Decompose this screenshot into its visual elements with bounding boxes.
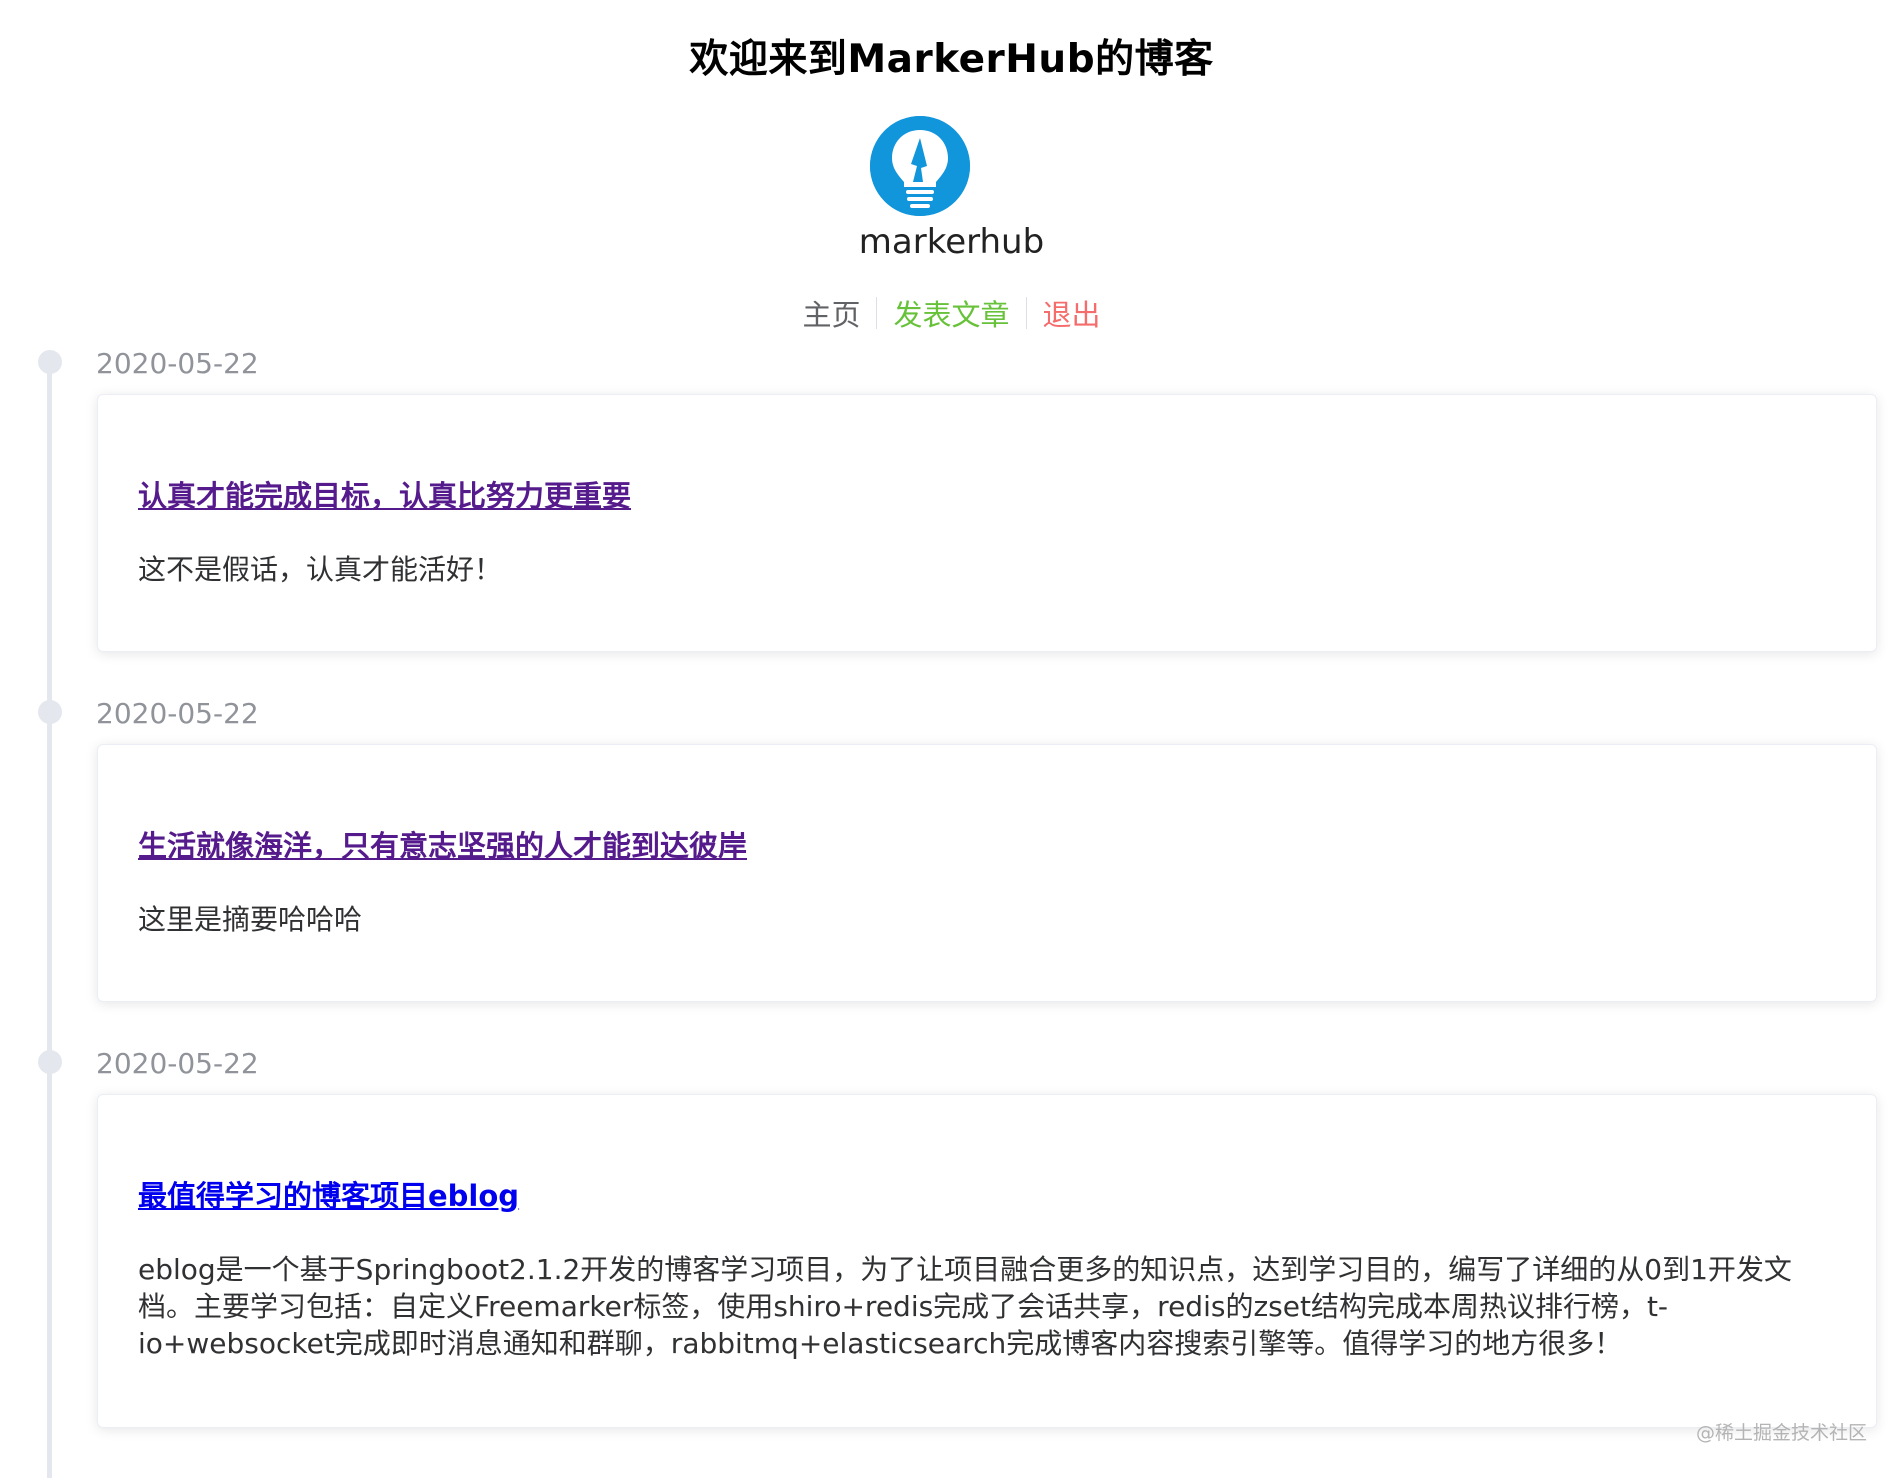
timeline-line <box>47 362 52 1478</box>
timeline-timestamp: 2020-05-22 <box>96 697 259 730</box>
blog-title-link[interactable]: 最值得学习的博客项目eblog <box>138 1173 519 1215</box>
blog-description: eblog是一个基于Springboot2.1.2开发的博客学习项目，为了让项目… <box>138 1253 1792 1360</box>
timeline-timestamp: 2020-05-22 <box>96 1047 259 1080</box>
blog-title-link[interactable]: 认真才能完成目标，认真比努力更重要 <box>138 473 631 515</box>
blog-card: 生活就像海洋，只有意志坚强的人才能到达彼岸 这里是摘要哈哈哈 <box>97 744 1877 1002</box>
timeline-dot <box>38 350 62 374</box>
site-title: 欢迎来到MarkerHub的博客 <box>689 37 1214 82</box>
nav-post-article-link[interactable]: 发表文章 <box>877 292 1025 334</box>
blog-card: 最值得学习的博客项目eblog eblog是一个基于Springboot2.1.… <box>97 1094 1877 1428</box>
timeline-timestamp: 2020-05-22 <box>96 347 259 380</box>
lightbulb-logo-icon <box>870 116 970 216</box>
timeline-dot <box>38 1050 62 1074</box>
blog-card: 认真才能完成目标，认真比努力更重要 这不是假话，认真才能活好！ <box>97 394 1877 652</box>
watermark: @稀土掘金技术社区 <box>1695 1422 1867 1444</box>
nav-home-link[interactable]: 主页 <box>786 292 876 334</box>
username: markerhub <box>858 222 1045 262</box>
blog-description: 这不是假话，认真才能活好！ <box>138 553 503 586</box>
blog-title-link[interactable]: 生活就像海洋，只有意志坚强的人才能到达彼岸 <box>138 823 747 865</box>
nav-logout-link[interactable]: 退出 <box>1027 292 1117 334</box>
main-nav: 主页 发表文章 退出 <box>0 292 1903 334</box>
avatar <box>870 116 970 216</box>
timeline-dot <box>38 700 62 724</box>
blog-page: 欢迎来到MarkerHub的博客 markerhub 主页 发表文章 退出 20… <box>0 0 1903 1478</box>
blog-description: 这里是摘要哈哈哈 <box>138 903 363 936</box>
